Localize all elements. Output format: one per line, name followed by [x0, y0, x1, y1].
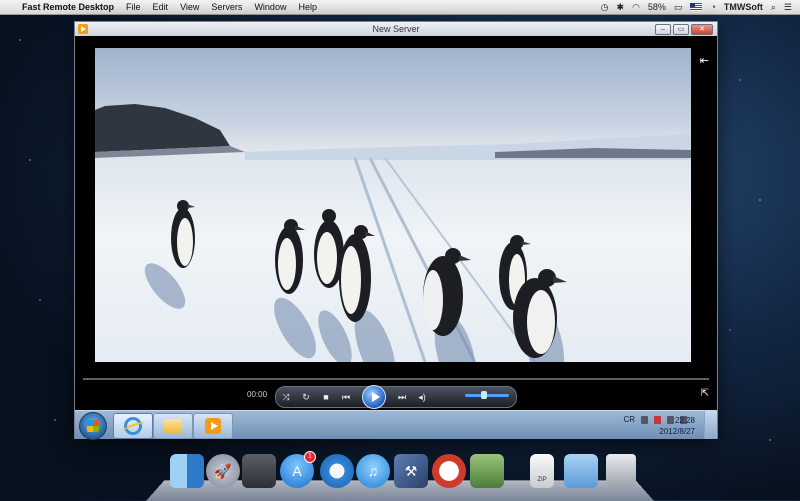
menu-app-name[interactable]: Fast Remote Desktop: [22, 2, 114, 12]
menu-edit[interactable]: Edit: [153, 2, 169, 12]
tray-icon[interactable]: [641, 415, 648, 424]
folder-icon: [164, 419, 182, 433]
list-icon[interactable]: ☰: [784, 2, 792, 13]
time-machine-icon[interactable]: ◷: [601, 2, 609, 13]
xcode-icon[interactable]: ⚒: [394, 454, 428, 488]
minimize-button[interactable]: –: [655, 24, 671, 35]
mission-control-icon[interactable]: [242, 454, 276, 488]
language-indicator[interactable]: CR: [623, 415, 635, 424]
repeat-icon[interactable]: ↻: [296, 392, 316, 403]
media-player-icon: [205, 418, 221, 434]
bluetooth-icon[interactable]: ✱: [617, 2, 625, 13]
pdf-app-icon[interactable]: [432, 454, 466, 488]
close-button[interactable]: ✕: [691, 24, 713, 35]
taskbar-explorer[interactable]: [153, 413, 193, 439]
search-icon[interactable]: ⌕: [771, 2, 776, 13]
previous-button[interactable]: ⏮: [336, 392, 356, 403]
battery-icon[interactable]: ▭: [674, 2, 683, 13]
taskbar-media-player[interactable]: [193, 413, 233, 439]
remote-desktop-window: New Server – ▭ ✕ ⇤ 00:00 ⤨ ↻ ■ ⏮ ⏭ ◂) ⇱ …: [74, 21, 718, 440]
elapsed-time: 00:00: [247, 390, 268, 399]
app-store-icon[interactable]: A 1: [280, 451, 316, 488]
launchpad-icon[interactable]: 🚀: [206, 454, 240, 488]
next-button[interactable]: ⏭: [392, 392, 412, 403]
penguin-scene: [95, 104, 691, 362]
menu-servers[interactable]: Servers: [211, 2, 242, 12]
trash-icon[interactable]: [606, 454, 636, 488]
window-titlebar[interactable]: New Server – ▭ ✕: [75, 22, 717, 36]
menu-file[interactable]: File: [126, 2, 141, 12]
volume-knob[interactable]: [481, 391, 487, 399]
taskbar-date: 2012/8/27: [659, 427, 695, 436]
stop-button[interactable]: ■: [316, 392, 336, 402]
menu-window[interactable]: Window: [254, 2, 286, 12]
taskbar-ie[interactable]: [113, 413, 153, 439]
internet-explorer-icon: [124, 417, 142, 435]
app-store-badge: 1: [304, 451, 316, 463]
mute-icon[interactable]: ◂): [412, 392, 432, 403]
preview-icon[interactable]: [470, 454, 504, 488]
mac-menubar: Fast Remote Desktop File Edit View Serve…: [0, 0, 800, 15]
taskbar-time: 22:28: [674, 416, 695, 425]
clock-icon[interactable]: ◔: [710, 2, 715, 12]
finder-icon[interactable]: [170, 454, 204, 488]
expand-icon[interactable]: ⇱: [701, 388, 709, 399]
us-flag-icon[interactable]: [690, 3, 703, 11]
taskbar-clock[interactable]: 22:28 2012/8/27: [659, 415, 695, 437]
maximize-button[interactable]: ▭: [673, 24, 689, 35]
penguin-photo: [95, 48, 691, 362]
user-name[interactable]: TMWSoft: [724, 2, 763, 12]
remote-screen[interactable]: ⇤ 00:00 ⤨ ↻ ■ ⏮ ⏭ ◂) ⇱: [75, 36, 717, 410]
play-button[interactable]: [362, 385, 386, 409]
itunes-icon[interactable]: ♫: [356, 454, 390, 488]
window-title: New Server: [372, 24, 420, 34]
windows-taskbar: CR 22:28 2012/8/27: [75, 410, 717, 440]
seek-bar[interactable]: [83, 378, 709, 380]
wifi-icon[interactable]: ◠: [632, 2, 640, 13]
zip-file-icon[interactable]: ZIP: [530, 454, 554, 488]
zip-label: ZIP: [537, 477, 547, 483]
menu-view[interactable]: View: [180, 2, 199, 12]
show-desktop-button[interactable]: [704, 411, 717, 439]
volume-slider[interactable]: [465, 394, 509, 397]
fullscreen-toggle-icon[interactable]: ⇤: [700, 54, 709, 67]
menu-help[interactable]: Help: [298, 2, 317, 12]
battery-text[interactable]: 58%: [648, 2, 666, 12]
safari-icon[interactable]: [320, 454, 354, 488]
start-button[interactable]: [79, 412, 107, 440]
documents-folder-icon[interactable]: [564, 454, 598, 488]
shuffle-icon[interactable]: ⤨: [276, 392, 296, 403]
